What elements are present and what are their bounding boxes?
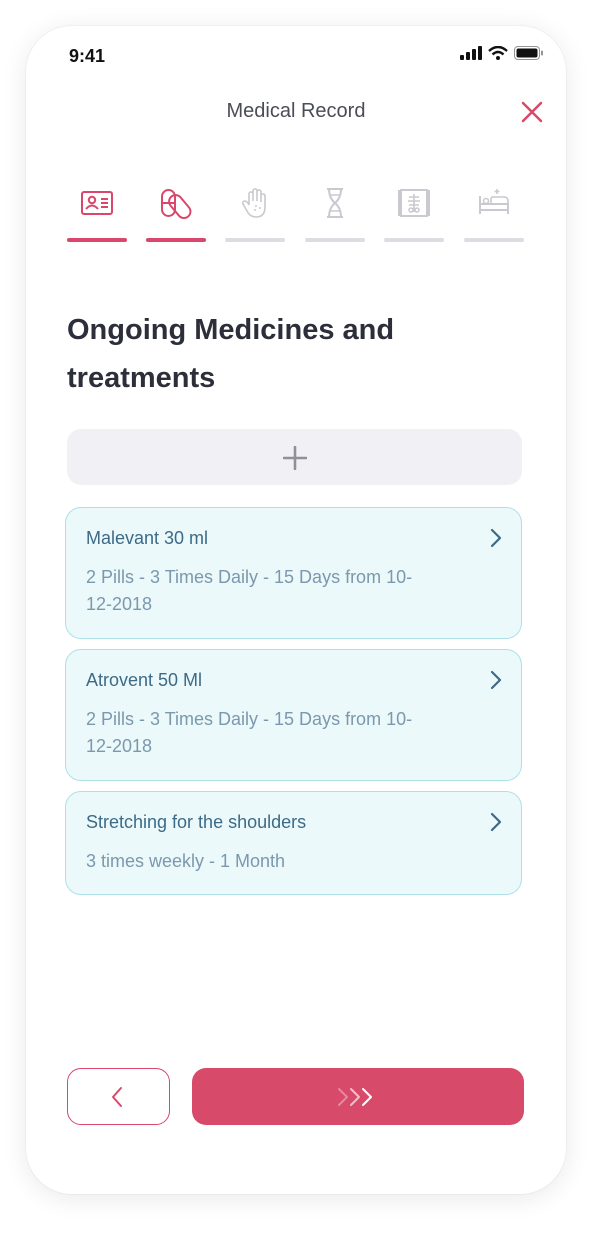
step-indicator xyxy=(305,238,365,242)
status-time: 9:41 xyxy=(69,46,106,66)
hospital-bed-icon xyxy=(479,189,509,214)
dna-icon xyxy=(327,188,343,218)
pills-icon xyxy=(161,189,192,220)
page-title: Ongoing Medicines and treatments xyxy=(67,314,395,394)
next-button[interactable] xyxy=(192,1068,524,1125)
chevron-right-icon xyxy=(490,670,502,690)
step-indicator xyxy=(225,238,285,242)
chevron-right-icon xyxy=(490,528,502,548)
step-tab-identity[interactable] xyxy=(67,186,127,242)
close-icon xyxy=(521,101,543,123)
step-indicator xyxy=(146,238,206,242)
plus-icon xyxy=(283,446,307,470)
treatment-name: Malevant 30 ml xyxy=(86,528,209,548)
step-tab-hospitalization[interactable] xyxy=(464,186,524,242)
signal-icon xyxy=(460,46,482,60)
step-tab-xray[interactable] xyxy=(384,186,444,242)
step-indicator xyxy=(67,238,127,242)
treatment-name: Stretching for the shoulders xyxy=(86,812,307,832)
step-tab-allergies[interactable] xyxy=(225,186,285,242)
xray-icon xyxy=(398,189,430,217)
treatment-name: Atrovent 50 Ml xyxy=(86,670,203,690)
hand-icon xyxy=(241,188,266,218)
chevron-right-icon xyxy=(490,812,502,832)
triple-chevron-right-icon xyxy=(338,1088,372,1106)
status-icons xyxy=(460,46,544,60)
treatment-detail: 3 times weekly - 1 Month xyxy=(86,851,286,871)
treatment-detail: 2 Pills - 3 Times Daily - 15 Days from 1… xyxy=(86,709,413,756)
treatment-card[interactable]: Malevant 30 ml 2 Pills - 3 Times Daily -… xyxy=(65,507,522,639)
header-title: Medical Record xyxy=(226,100,366,122)
chevron-left-icon xyxy=(112,1087,122,1107)
wifi-icon xyxy=(488,46,508,60)
step-tab-genetics[interactable] xyxy=(305,186,365,242)
treatment-card[interactable]: Atrovent 50 Ml 2 Pills - 3 Times Daily -… xyxy=(65,649,522,781)
close-button[interactable] xyxy=(520,100,544,124)
id-card-icon xyxy=(81,191,113,215)
add-treatment-button[interactable] xyxy=(67,429,522,485)
step-tab-medicines[interactable] xyxy=(146,186,206,242)
step-indicator xyxy=(384,238,444,242)
battery-icon xyxy=(514,46,543,60)
step-indicator xyxy=(464,238,524,242)
treatment-detail: 2 Pills - 3 Times Daily - 15 Days from 1… xyxy=(86,567,413,614)
phone-frame: 9:41 Medical Record Ongoing Medicines an… xyxy=(26,26,566,1194)
back-button[interactable] xyxy=(67,1068,170,1125)
treatment-card[interactable]: Stretching for the shoulders 3 times wee… xyxy=(65,791,522,895)
